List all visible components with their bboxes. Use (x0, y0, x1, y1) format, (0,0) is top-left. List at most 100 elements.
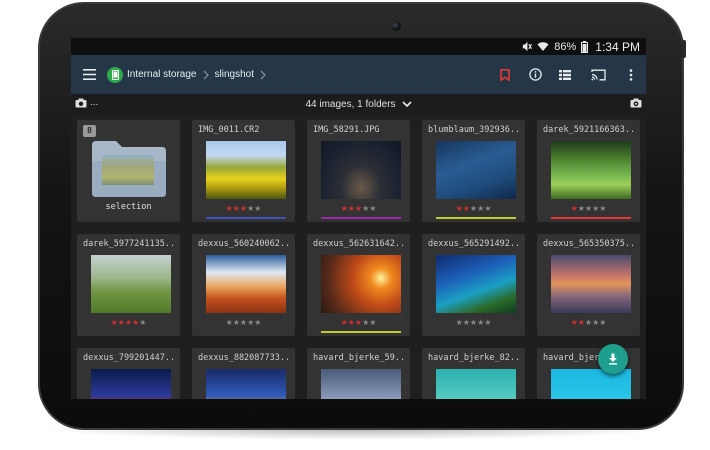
color-label (551, 331, 631, 333)
hamburger-menu-icon (82, 69, 96, 80)
star-empty-icon: ★ (584, 318, 593, 327)
star-filled-icon: ★ (577, 318, 585, 327)
star-filled-icon: ★ (347, 204, 355, 213)
star-empty-icon: ★ (584, 204, 593, 213)
folder-name: selection (105, 202, 152, 212)
image-tile[interactable]: dexxus_799201447... (77, 348, 180, 399)
image-thumbnail (206, 141, 286, 199)
wifi-icon (537, 41, 549, 52)
cast-button[interactable] (580, 55, 616, 94)
image-filename: dexxus_799201447... (83, 353, 175, 363)
bookmark-button[interactable] (490, 55, 520, 94)
image-tile[interactable]: havard_bjerke_59... (307, 348, 410, 399)
image-tile[interactable]: dexxus_560240062... ★★★★★ (192, 234, 295, 336)
image-thumbnail (436, 255, 516, 313)
star-rating: ★★★★★ (77, 318, 180, 327)
star-filled-icon: ★ (462, 204, 470, 213)
mute-icon (521, 41, 533, 52)
image-thumbnail (321, 369, 401, 399)
power-button (682, 40, 686, 58)
image-thumbnail (206, 255, 286, 313)
download-fab[interactable] (598, 344, 628, 374)
star-rating: ★★★★★ (307, 204, 410, 213)
star-empty-icon: ★ (232, 318, 240, 327)
star-filled-icon: ★ (347, 318, 355, 327)
image-tile[interactable]: havard_bjerke_82... (422, 348, 525, 399)
star-rating: ★★★★★ (537, 204, 640, 213)
star-empty-icon: ★ (599, 204, 607, 213)
more-vert-icon (629, 68, 633, 81)
color-label (436, 331, 516, 333)
color-label (321, 217, 401, 219)
clock: 1:34 PM (595, 39, 640, 54)
image-thumbnail (436, 141, 516, 199)
image-filename: blumblaum_392936... (428, 125, 520, 135)
image-tile[interactable]: dexxus_565291492... ★★★★★ (422, 234, 525, 336)
thumbnail-grid: 8 selection IMG_0011.CR2 ★★★★★ IMG_58291… (71, 114, 646, 399)
info-bar: ... 44 images, 1 folders (71, 94, 646, 114)
star-filled-icon: ★ (239, 204, 248, 213)
breadcrumb-slingshot[interactable]: slingshot (215, 69, 254, 80)
preview-toggle[interactable] (630, 98, 642, 111)
folder-tile[interactable]: 8 selection (77, 120, 180, 222)
color-label (551, 217, 631, 219)
star-empty-icon: ★ (469, 318, 478, 327)
more-options-button[interactable] (616, 55, 646, 94)
color-label (206, 217, 286, 219)
list-view-icon (559, 69, 571, 80)
star-filled-icon: ★ (225, 204, 233, 213)
star-empty-icon: ★ (484, 204, 492, 213)
star-empty-icon: ★ (369, 204, 377, 213)
image-tile[interactable]: IMG_58291.JPG ★★★★★ (307, 120, 410, 222)
bookmark-icon (500, 68, 510, 81)
image-filename: dexxus_565350375... (543, 239, 635, 249)
cast-icon (590, 69, 606, 80)
color-label (206, 331, 286, 333)
image-thumbnail (321, 255, 401, 313)
star-rating: ★★★★★ (192, 204, 295, 213)
star-empty-icon: ★ (254, 318, 262, 327)
star-filled-icon: ★ (340, 318, 348, 327)
image-thumbnail (91, 369, 171, 399)
image-count-dropdown[interactable]: 44 images, 1 folders (71, 99, 646, 110)
folder-icon (92, 141, 166, 197)
image-tile[interactable]: dexxus_565350375... ★★★★★ (537, 234, 640, 336)
image-filename: havard_bjerke_82... (428, 353, 520, 363)
app-screen: 86% 1:34 PM Internal storage slingshot .… (71, 38, 646, 399)
star-empty-icon: ★ (484, 318, 492, 327)
image-tile[interactable]: darek_5977241135... ★★★★★ (77, 234, 180, 336)
app-bar-actions (490, 55, 646, 94)
eye-camera-icon (630, 98, 642, 108)
info-button[interactable] (520, 55, 550, 94)
color-label (436, 217, 516, 219)
image-tile[interactable]: darek_5921166363... ★★★★★ (537, 120, 640, 222)
chevron-down-icon (401, 100, 412, 107)
star-empty-icon: ★ (139, 318, 147, 327)
image-tile[interactable]: blumblaum_392936... ★★★★★ (422, 120, 525, 222)
front-camera (390, 20, 402, 32)
image-thumbnail (551, 369, 631, 399)
list-view-button[interactable] (550, 55, 580, 94)
image-filename: havard_bjerke_59... (313, 353, 405, 363)
star-filled-icon: ★ (354, 204, 363, 213)
color-label (321, 331, 401, 333)
image-filename: darek_5977241135... (83, 239, 175, 249)
image-tile[interactable]: IMG_0011.CR2 ★★★★★ (192, 120, 295, 222)
breadcrumb-internal-storage[interactable]: Internal storage (127, 69, 197, 80)
app-bar: Internal storage slingshot (71, 55, 646, 94)
image-tile[interactable]: dexxus_882087733... (192, 348, 295, 399)
star-filled-icon: ★ (340, 204, 348, 213)
star-empty-icon: ★ (599, 318, 607, 327)
menu-button[interactable] (71, 55, 107, 94)
star-empty-icon: ★ (469, 204, 478, 213)
image-thumbnail (551, 255, 631, 313)
battery-percent: 86% (554, 40, 577, 53)
star-rating: ★★★★★ (537, 318, 640, 327)
image-tile[interactable]: dexxus_562631642... ★★★★★ (307, 234, 410, 336)
star-filled-icon: ★ (455, 204, 463, 213)
star-filled-icon: ★ (232, 204, 240, 213)
image-filename: dexxus_565291492... (428, 239, 520, 249)
chevron-right-icon (260, 70, 266, 80)
star-empty-icon: ★ (577, 204, 585, 213)
star-empty-icon: ★ (239, 318, 248, 327)
